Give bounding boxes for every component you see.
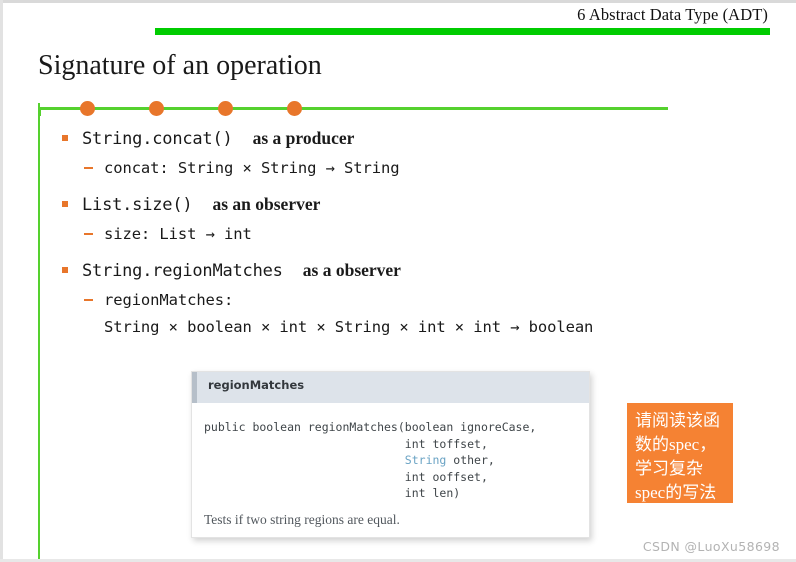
decorative-dot-1	[80, 101, 95, 116]
dash-bullet-icon	[84, 167, 93, 169]
list-subitem: size: List → int	[60, 221, 760, 248]
annotation-line-1: 请阅读该函	[635, 411, 720, 430]
subitem-signature: String × boolean × int × String × int × …	[104, 318, 594, 336]
subitem-signature: List → int	[159, 225, 252, 243]
decorative-dot-2	[149, 101, 164, 116]
content-list: String.concat() as a producer concat: St…	[60, 124, 760, 341]
frame-left-edge	[0, 0, 3, 562]
bullet-code-label: String.concat()	[82, 129, 233, 149]
decorative-dot-4	[287, 101, 302, 116]
annotation-note: 请阅读该函 数的spec， 学习复杂 spec的写法	[627, 403, 733, 503]
square-bullet-icon	[62, 267, 68, 273]
frame-top-edge	[0, 0, 796, 3]
bullet-code-label: String.regionMatches	[82, 261, 283, 281]
slide-canvas: 6 Abstract Data Type (ADT) Signature of …	[0, 0, 796, 562]
bullet-desc-label: as a producer	[252, 128, 355, 148]
list-subitem: regionMatches:	[60, 287, 760, 314]
subitem-name: size:	[104, 225, 151, 243]
page-title: Signature of an operation	[38, 50, 322, 81]
subitem-signature: String × String → String	[177, 159, 400, 177]
javadoc-indent-4	[204, 470, 405, 484]
list-item: List.size() as an observer	[60, 190, 760, 220]
dash-bullet-icon	[84, 299, 93, 301]
dash-bullet-icon	[84, 233, 93, 235]
header-green-bar	[155, 28, 770, 35]
javadoc-panel: regionMatches public boolean regionMatch…	[191, 371, 590, 538]
javadoc-description: Tests if two string regions are equal.	[204, 512, 400, 527]
javadoc-panel-header: regionMatches	[192, 372, 589, 403]
bullet-code-label: List.size()	[82, 195, 193, 215]
watermark-label: CSDN @LuoXu58698	[642, 539, 780, 554]
javadoc-sig-line-1: public boolean regionMatches(boolean ign…	[204, 420, 537, 434]
javadoc-sig-line-3-rest: other,	[446, 453, 495, 467]
annotation-line-4: spec的写法	[635, 483, 717, 502]
list-subitem: concat: String × String → String	[60, 155, 760, 182]
list-subitem-continuation: String × boolean × int × String × int × …	[60, 314, 760, 341]
square-bullet-icon	[62, 135, 68, 141]
subitem-name: regionMatches:	[104, 291, 234, 309]
list-item: String.regionMatches as a observer	[60, 256, 760, 286]
javadoc-type-link-string[interactable]: String	[405, 453, 447, 467]
list-item: String.concat() as a producer	[60, 124, 760, 154]
javadoc-sig-line-5: int len)	[404, 486, 461, 500]
bullet-desc-label: as a observer	[302, 260, 401, 280]
annotation-line-3: 学习复杂	[635, 459, 703, 478]
javadoc-signature: public boolean regionMatches(boolean ign…	[204, 419, 589, 502]
decorative-timeline	[38, 100, 668, 116]
javadoc-sig-line-4: int ooffset,	[404, 469, 488, 484]
javadoc-indent-5	[204, 486, 405, 500]
header-chapter-title: 6 Abstract Data Type (ADT)	[577, 5, 768, 24]
decorative-line	[38, 107, 668, 110]
javadoc-method-name: regionMatches	[208, 378, 305, 392]
bullet-desc-label: as an observer	[212, 194, 321, 214]
javadoc-indent-3	[204, 453, 405, 467]
annotation-line-2: 数的spec，	[635, 435, 717, 454]
square-bullet-icon	[62, 201, 68, 207]
javadoc-indent-2	[204, 437, 405, 451]
javadoc-sig-line-2: int toffset,	[404, 436, 488, 451]
subitem-name: concat:	[104, 159, 169, 177]
left-accent-line	[38, 103, 40, 559]
decorative-dot-3	[218, 101, 233, 116]
